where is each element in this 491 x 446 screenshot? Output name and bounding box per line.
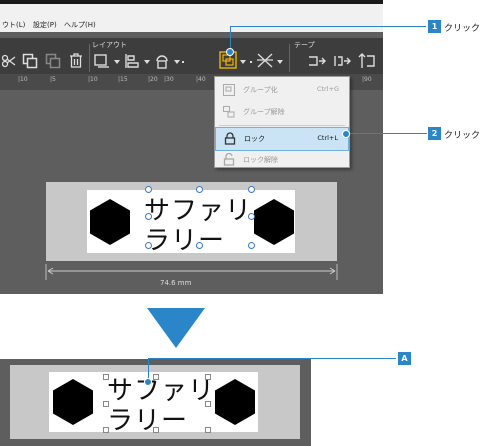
callout-line [230,26,426,27]
locked-handle [103,401,109,407]
menu-item-label: グループ解除 [243,108,285,116]
menu-item-label: グループ化 [243,86,278,94]
locked-handle [205,427,211,433]
locked-handle [205,374,211,380]
group-icon [223,84,235,96]
callout-text-2: クリック [444,131,481,141]
locked-handle [103,427,109,433]
menu-item-lock[interactable]: ロック Ctrl+L [215,127,349,151]
locked-handle [103,374,109,380]
locked-handle [153,427,159,433]
lock-icon [224,132,236,145]
callout-badge-a: A [398,352,411,365]
group-dropdown-menu: グループ化 Ctrl+G グループ解除 ロック Ctrl+L ロック解除 [214,76,350,168]
callout-dot [144,378,152,386]
callout-dot [342,130,350,138]
label-width-dimension: 74.6 mm [160,279,192,287]
callout-line [148,358,396,359]
hexagon-shape-right [215,379,255,425]
menu-item-label: ロック解除 [243,156,278,164]
down-arrow-icon [147,308,205,348]
locked-handle [205,401,211,407]
menu-item-label: ロック [244,135,265,143]
menu-item-unlock: ロック解除 [215,149,349,171]
menu-item-shortcut: Ctrl+L [317,134,338,142]
locked-handle [153,374,159,380]
callout-dot [226,48,234,56]
ungroup-icon [223,106,235,118]
bottom-screenshot: サファリ ラリー [0,359,311,446]
menu-item-shortcut: Ctrl+G [316,85,339,93]
callout-line [347,133,427,134]
top-screenshot: ウト(L) 設定(P) ヘルプ(H) レイアウト テープ |10 |5 |10 … [0,0,383,294]
menu-item-group: グループ化 Ctrl+G [215,79,349,101]
label-print-area: サファリ ラリー [49,372,258,436]
menu-item-ungroup: グループ解除 [215,101,349,123]
menu-divider [219,125,345,126]
hexagon-shape-left [53,379,93,425]
unlock-icon [223,153,235,166]
label-text-line2: ラリー [107,406,189,436]
callout-badge-2: 2 [428,127,441,140]
callout-text-1: クリック [444,24,481,34]
callout-badge-1: 1 [428,20,441,33]
